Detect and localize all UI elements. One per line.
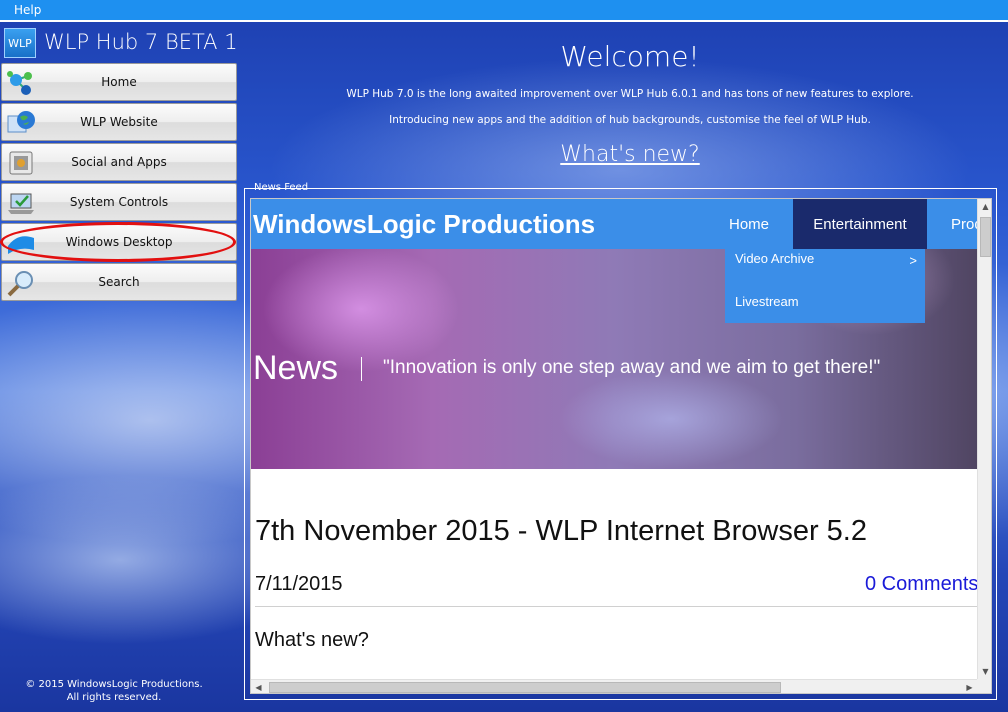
menu-help[interactable]: Help bbox=[8, 3, 47, 17]
apps-box-icon bbox=[6, 148, 36, 178]
laptop-check-icon bbox=[6, 188, 36, 218]
submenu-arrow-icon: > bbox=[909, 253, 917, 268]
vertical-scrollbar[interactable]: ▲ ▼ bbox=[977, 199, 991, 679]
scroll-corner bbox=[977, 679, 991, 693]
horizontal-scrollbar[interactable]: ◀ ▶ bbox=[251, 679, 977, 693]
news-feed-label: News Feed bbox=[254, 182, 309, 193]
wlp-website-button-label: WLP Website bbox=[80, 115, 158, 129]
site-nav-bar: WindowsLogic Productions Home Entertainm… bbox=[251, 199, 983, 249]
article-divider bbox=[255, 606, 977, 607]
scroll-down-icon[interactable]: ▼ bbox=[978, 664, 991, 679]
hero-quote: "Innovation is only one step away and we… bbox=[383, 357, 881, 378]
windows-desktop-button-label: Windows Desktop bbox=[65, 235, 173, 249]
menu-bar: Help bbox=[0, 0, 1008, 22]
search-button[interactable]: Search bbox=[1, 263, 237, 301]
entertainment-dropdown: Video Archive > Livestream bbox=[725, 249, 925, 323]
site-tab-home[interactable]: Home bbox=[711, 199, 787, 249]
vertical-scroll-thumb[interactable] bbox=[980, 217, 991, 257]
news-feed-browser[interactable]: WindowsLogic Productions Home Entertainm… bbox=[250, 198, 992, 694]
site-tab-entertainment[interactable]: Entertainment bbox=[793, 199, 927, 249]
article-comments-link[interactable]: 0 Comments bbox=[865, 573, 978, 596]
windows-logo-icon bbox=[6, 228, 36, 258]
search-button-label: Search bbox=[98, 275, 140, 289]
site-brand[interactable]: WindowsLogic Productions bbox=[253, 209, 673, 240]
copyright-line: © 2015 WindowsLogic Productions. bbox=[25, 679, 203, 690]
system-controls-button[interactable]: System Controls bbox=[1, 183, 237, 221]
rights-line: All rights reserved. bbox=[66, 692, 162, 703]
app-title: WLP Hub 7 BETA 1 bbox=[44, 30, 238, 54]
article-date: 7/11/2015 bbox=[255, 573, 343, 595]
video-archive-label: Video Archive bbox=[735, 251, 815, 266]
dropdown-livestream[interactable]: Livestream bbox=[735, 294, 799, 309]
dropdown-video-archive[interactable]: Video Archive > bbox=[735, 251, 921, 268]
windows-desktop-button[interactable]: Windows Desktop bbox=[1, 223, 237, 261]
hero-news-title: News bbox=[253, 349, 339, 387]
network-nodes-icon bbox=[6, 68, 36, 98]
system-controls-button-label: System Controls bbox=[69, 195, 169, 209]
home-button-label: Home bbox=[101, 75, 137, 89]
horizontal-scroll-thumb[interactable] bbox=[269, 682, 781, 693]
globe-icon bbox=[6, 108, 36, 138]
whats-new-link[interactable]: What's new? bbox=[530, 142, 730, 167]
scroll-left-icon[interactable]: ◀ bbox=[251, 680, 266, 693]
social-apps-button[interactable]: Social and Apps bbox=[1, 143, 237, 181]
home-button[interactable]: Home bbox=[1, 63, 237, 101]
scroll-up-icon[interactable]: ▲ bbox=[978, 199, 991, 214]
copyright-footer: © 2015 WindowsLogic Productions. All rig… bbox=[14, 678, 214, 704]
welcome-title: Welcome! bbox=[560, 40, 700, 73]
article-subheading: What's new? bbox=[255, 629, 369, 651]
welcome-line-2: Introducing new apps and the addition of… bbox=[389, 114, 871, 126]
app-logo: WLP bbox=[4, 28, 36, 58]
scroll-right-icon[interactable]: ▶ bbox=[962, 680, 977, 693]
hero-separator bbox=[361, 357, 362, 381]
social-apps-button-label: Social and Apps bbox=[71, 155, 167, 169]
magnifier-icon bbox=[6, 268, 36, 298]
wlp-website-button[interactable]: WLP Website bbox=[1, 103, 237, 141]
article-title[interactable]: 7th November 2015 - WLP Internet Browser… bbox=[255, 515, 867, 548]
welcome-line-1: WLP Hub 7.0 is the long awaited improvem… bbox=[346, 88, 914, 100]
